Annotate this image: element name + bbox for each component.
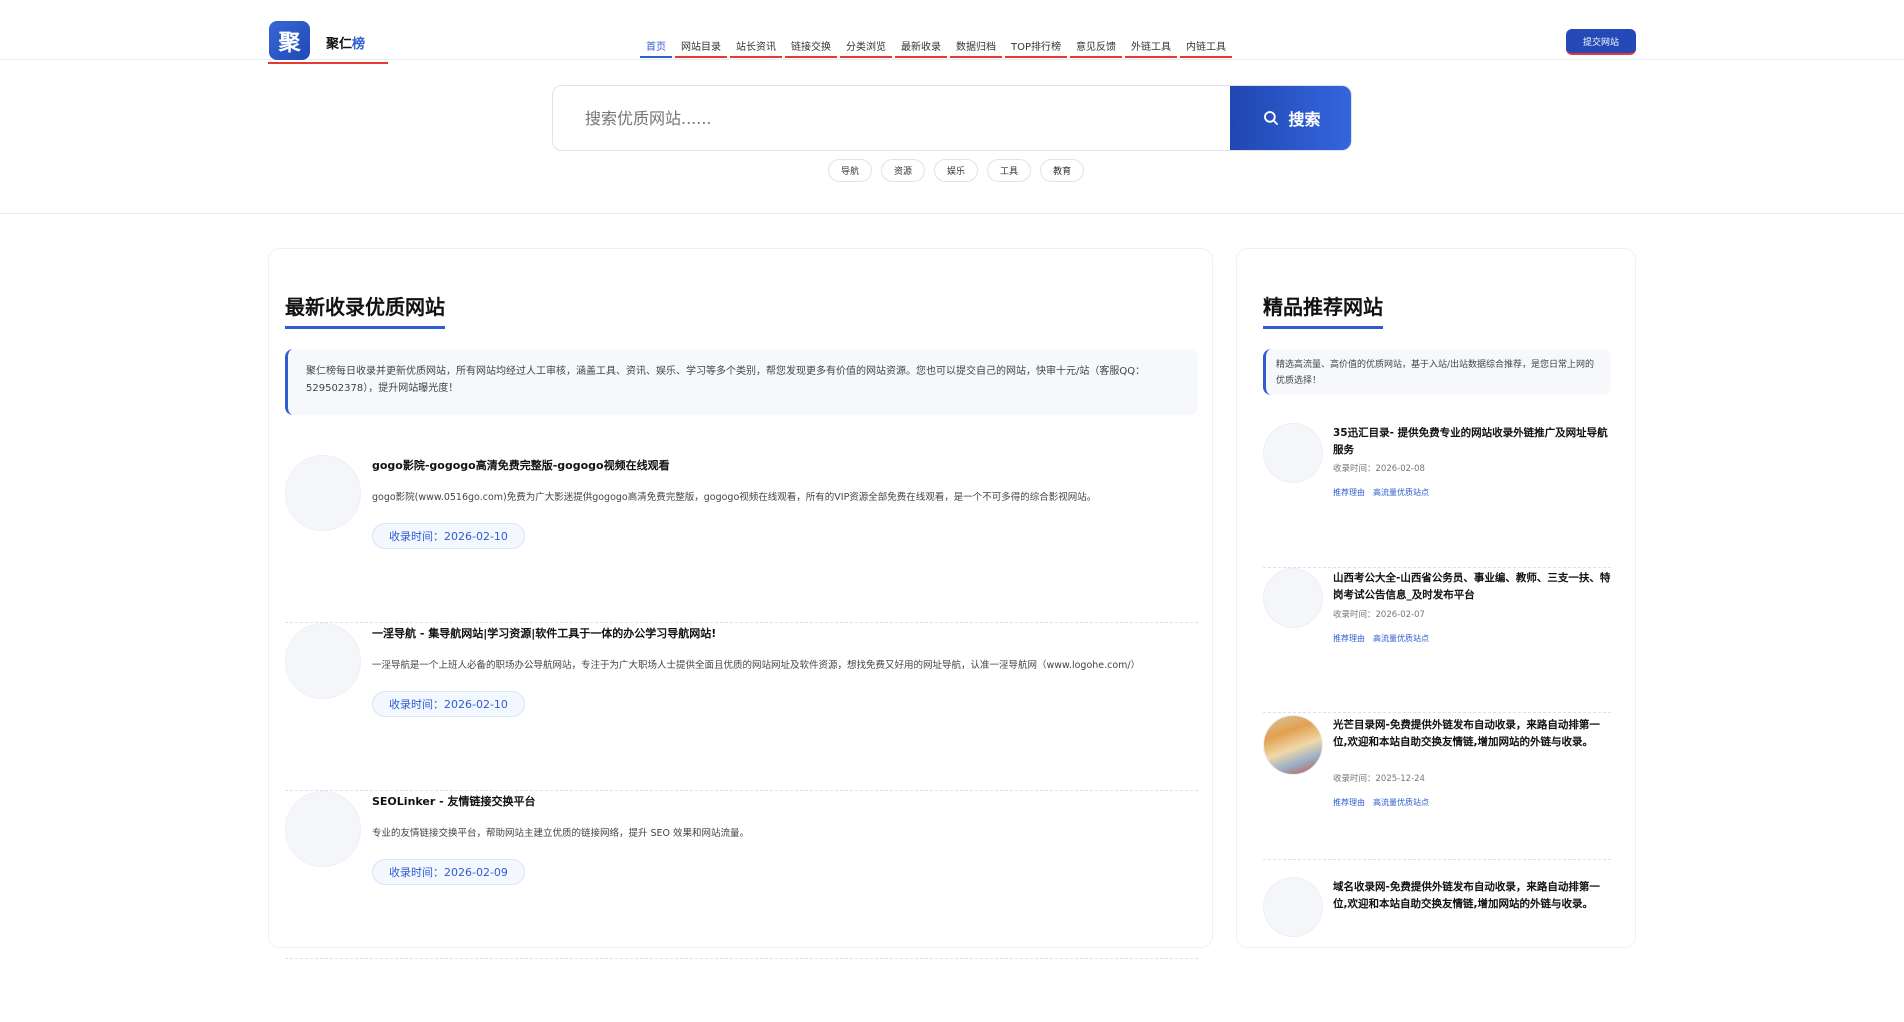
nav-item-news[interactable]: 站长资讯 <box>730 34 782 58</box>
latest-sites-card: 最新收录优质网站 聚仁榜每日收录并更新优质网站，所有网站均经过人工审核，涵盖工具… <box>268 248 1213 959</box>
recommended-avatar[interactable] <box>1263 877 1323 937</box>
recommended-reason-tag: 推荐理由 <box>1333 488 1365 497</box>
recommended-title[interactable]: 光芒目录网-免费提供外链发布自动收录，来路自动排第一位,欢迎和本站自助交换友情链… <box>1333 717 1611 751</box>
site-description: gogo影院(www.0516go.com)免费为广大影迷提供gogogo高清免… <box>372 492 1097 503</box>
latest-sites-title: 最新收录优质网站 <box>285 291 445 329</box>
tag-education[interactable]: 教育 <box>1040 159 1085 182</box>
latest-sites-notice: 聚仁榜每日收录并更新优质网站，所有网站均经过人工审核，涵盖工具、资讯、娱乐、学习… <box>285 349 1198 415</box>
brand-name[interactable]: 聚仁榜 <box>326 33 365 52</box>
tag-entertainment[interactable]: 娱乐 <box>934 159 979 182</box>
brand-name-part2: 榜 <box>352 37 366 52</box>
nav-item-external-link-tool[interactable]: 外链工具 <box>1125 34 1178 58</box>
tag-resources[interactable]: 资源 <box>881 159 926 182</box>
recommended-avatar[interactable] <box>1263 568 1323 628</box>
brand-name-part1: 聚仁 <box>326 37 353 52</box>
recommended-title[interactable]: 山西考公大全-山西省公务员、事业编、教师、三支一扶、特岗考试公告信息_及时发布平… <box>1333 570 1611 604</box>
recommended-avatar[interactable] <box>1263 423 1323 483</box>
site-title[interactable]: SEOLinker - 友情链接交换平台 <box>372 793 536 809</box>
recommended-reason-tag: 推荐理由 <box>1333 798 1365 807</box>
recommended-title[interactable]: 域名收录网-免费提供外链发布自动收录，来路自动排第一位,欢迎和本站自助交换友情链… <box>1333 879 1611 913</box>
site-entry[interactable]: 一淫导航 - 集导航网站|学习资源|软件工具于一体的办公学习导航网站! 一淫导航… <box>285 623 1198 791</box>
nav-item-archive[interactable]: 数据归档 <box>950 34 1002 58</box>
search-button[interactable]: 搜索 <box>1230 86 1351 150</box>
search-bar: 搜索 <box>552 85 1352 151</box>
recommended-item[interactable]: 山西考公大全-山西省公务员、事业编、教师、三支一扶、特岗考试公告信息_及时发布平… <box>1263 568 1611 713</box>
recommended-item[interactable]: 光芒目录网-免费提供外链发布自动收录，来路自动排第一位,欢迎和本站自助交换友情链… <box>1263 715 1611 860</box>
search-icon <box>1264 111 1279 125</box>
recommended-sites-notice: 精选高流量、高价值的优质网站，基于入站/出站数据综合推荐，是您日常上网的优质选择… <box>1263 349 1611 395</box>
recommended-tags: 推荐理由 高流量优质站点 <box>1333 487 1429 498</box>
nav-item-link-exchange[interactable]: 链接交换 <box>785 34 837 58</box>
recommended-reason-tag: 推荐理由 <box>1333 634 1365 643</box>
site-title[interactable]: gogo影院-gogogo高清免费完整版-gogogo视频在线观看 <box>372 457 670 473</box>
recommended-title[interactable]: 35迅汇目录- 提供免费专业的网站收录外链推广及网址导航服务 <box>1333 425 1611 459</box>
site-date-badge: 收录时间：2026-02-09 <box>372 859 525 885</box>
recommended-date: 收录时间：2026-02-07 <box>1333 610 1425 620</box>
nav-item-latest[interactable]: 最新收录 <box>895 34 947 58</box>
recommended-sites-card: 精品推荐网站 精选高流量、高价值的优质网站，基于入站/出站数据综合推荐，是您日常… <box>1236 248 1636 948</box>
tag-tools[interactable]: 工具 <box>987 159 1032 182</box>
recommended-item[interactable]: 35迅汇目录- 提供免费专业的网站收录外链推广及网址导航服务 收录时间：2026… <box>1263 423 1611 568</box>
search-button-label: 搜索 <box>1288 110 1321 129</box>
nav-item-feedback[interactable]: 意见反馈 <box>1070 34 1123 58</box>
recommended-tags: 推荐理由 高流量优质站点 <box>1333 797 1429 808</box>
quick-tags: 导航 资源 娱乐 工具 教育 <box>828 159 1085 182</box>
recommended-quality-tag: 高流量优质站点 <box>1373 798 1429 807</box>
recommended-sites-title: 精品推荐网站 <box>1263 291 1383 329</box>
submit-site-button[interactable]: 提交网站 <box>1566 29 1636 55</box>
logo-icon[interactable]: 聚 <box>269 21 310 60</box>
site-date-badge: 收录时间：2026-02-10 <box>372 691 525 717</box>
site-entry[interactable]: SEOLinker - 友情链接交换平台 专业的友情链接交换平台，帮助网站主建立… <box>285 791 1198 959</box>
site-description: 专业的友情链接交换平台，帮助网站主建立优质的链接网络，提升 SEO 效果和网站流… <box>372 828 750 839</box>
site-avatar[interactable] <box>285 623 361 699</box>
site-avatar[interactable] <box>285 791 361 867</box>
recommended-quality-tag: 高流量优质站点 <box>1373 488 1429 497</box>
section-divider <box>0 213 1904 214</box>
site-date-badge: 收录时间：2026-02-10 <box>372 523 525 549</box>
recommended-date: 收录时间：2025-12-24 <box>1333 774 1425 784</box>
main-nav: 首页 网站目录 站长资讯 链接交换 分类浏览 最新收录 数据归档 TOP排行榜 … <box>640 34 1233 60</box>
site-avatar[interactable] <box>285 455 361 531</box>
nav-item-directory[interactable]: 网站目录 <box>675 34 727 58</box>
nav-item-top-ranking[interactable]: TOP排行榜 <box>1005 34 1068 58</box>
recommended-tags: 推荐理由 高流量优质站点 <box>1333 633 1429 644</box>
search-input[interactable] <box>553 86 1231 150</box>
nav-item-categories[interactable]: 分类浏览 <box>840 34 892 58</box>
site-header: 聚 聚仁榜 首页 网站目录 站长资讯 链接交换 分类浏览 最新收录 数据归档 T… <box>0 0 1904 64</box>
tag-navigation[interactable]: 导航 <box>828 159 873 182</box>
recommended-quality-tag: 高流量优质站点 <box>1373 634 1429 643</box>
brand[interactable]: 聚 聚仁榜 <box>268 20 388 64</box>
recommended-date: 收录时间：2026-02-08 <box>1333 464 1425 474</box>
nav-item-home[interactable]: 首页 <box>640 34 672 58</box>
recommended-avatar[interactable] <box>1263 715 1323 775</box>
recommended-item[interactable]: 域名收录网-免费提供外链发布自动收录，来路自动排第一位,欢迎和本站自助交换友情链… <box>1263 877 1611 1022</box>
nav-item-internal-link-tool[interactable]: 内链工具 <box>1180 34 1233 58</box>
site-description: 一淫导航是一个上班人必备的职场办公导航网站，专注于为广大职场人士提供全面且优质的… <box>372 660 1141 671</box>
site-entry[interactable]: gogo影院-gogogo高清免费完整版-gogogo视频在线观看 gogo影院… <box>285 455 1198 623</box>
site-title[interactable]: 一淫导航 - 集导航网站|学习资源|软件工具于一体的办公学习导航网站! <box>372 625 716 641</box>
